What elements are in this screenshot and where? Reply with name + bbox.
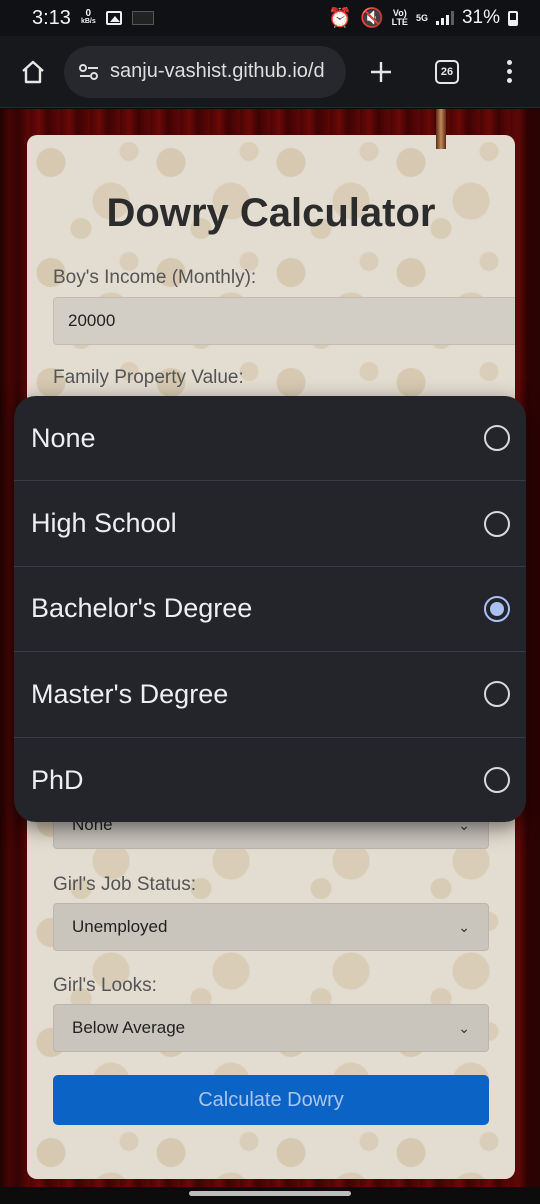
chevron-down-icon: ⌄ <box>458 918 470 935</box>
looks-label: Girl's Looks: <box>53 975 157 996</box>
radio-button[interactable] <box>484 767 510 794</box>
tab-count: 26 <box>435 59 459 84</box>
browser-menu-button[interactable] <box>492 55 526 89</box>
home-button[interactable] <box>16 55 50 89</box>
gesture-handle[interactable] <box>189 1191 351 1196</box>
radio-button[interactable] <box>484 510 510 537</box>
new-tab-button[interactable] <box>364 55 398 89</box>
more-vert-icon <box>506 60 512 83</box>
plus-icon <box>371 61 391 82</box>
option-label: High School <box>31 508 177 539</box>
page-title: Dowry Calculator <box>106 191 436 235</box>
status-bar: 3:13 0 kB/s ⏰ 🔇 Vo) LTE 5G 31% <box>0 0 540 36</box>
job-status-label: Girl's Job Status: <box>53 874 197 895</box>
job-status-select[interactable]: Unemployed ⌄ <box>53 903 489 951</box>
boy-income-input[interactable]: 20000 <box>53 297 515 345</box>
option-masters-degree[interactable]: Master's Degree <box>14 652 526 738</box>
education-options-dropdown: None High School Bachelor's Degree Maste… <box>14 396 526 822</box>
option-high-school[interactable]: High School <box>14 481 526 567</box>
lte-label: LTE <box>391 17 408 27</box>
network-speed-indicator: 0 kB/s <box>80 8 96 26</box>
status-time: 3:13 <box>32 6 71 29</box>
address-bar[interactable]: sanju-vashist.github.io/d <box>64 45 346 98</box>
looks-value: Below Average <box>72 1018 186 1037</box>
app-notification-icon <box>131 11 154 25</box>
volte-indicator: Vo) LTE <box>392 9 408 27</box>
option-bachelors-degree[interactable]: Bachelor's Degree <box>14 567 526 653</box>
battery-icon <box>508 10 518 26</box>
site-settings-icon[interactable] <box>78 61 100 83</box>
system-navigation-bar <box>0 1187 540 1204</box>
looks-select[interactable]: Below Average ⌄ <box>53 1004 489 1052</box>
network-speed-value: 0 <box>85 8 92 19</box>
browser-toolbar: sanju-vashist.github.io/d 26 <box>0 36 540 108</box>
option-label: None <box>31 422 96 453</box>
option-phd[interactable]: PhD <box>14 738 526 822</box>
mute-icon: 🔇 <box>359 8 384 29</box>
option-label: Master's Degree <box>31 678 229 709</box>
option-label: Bachelor's Degree <box>31 593 253 624</box>
network-speed-unit: kB/s <box>80 18 96 25</box>
radio-button[interactable] <box>484 425 510 452</box>
alarm-icon: ⏰ <box>328 8 352 29</box>
job-status-value: Unemployed <box>72 917 168 936</box>
battery-percentage: 31% <box>461 7 500 28</box>
radio-button-selected[interactable] <box>484 595 510 622</box>
calculate-dowry-button[interactable]: Calculate Dowry <box>53 1075 489 1125</box>
option-label: PhD <box>31 764 84 795</box>
option-none[interactable]: None <box>14 396 526 482</box>
signal-strength-icon <box>435 11 454 25</box>
chevron-down-icon: ⌄ <box>458 1019 470 1036</box>
radio-button[interactable] <box>484 681 510 708</box>
property-value-label: Family Property Value: <box>53 367 244 388</box>
5g-indicator: 5G <box>415 12 428 23</box>
gallery-notification-icon <box>105 11 122 25</box>
home-icon <box>22 60 44 83</box>
tab-switcher-button[interactable]: 26 <box>430 55 464 89</box>
url-text: sanju-vashist.github.io/d <box>110 60 325 82</box>
boy-income-label: Boy's Income (Monthly): <box>53 267 257 288</box>
